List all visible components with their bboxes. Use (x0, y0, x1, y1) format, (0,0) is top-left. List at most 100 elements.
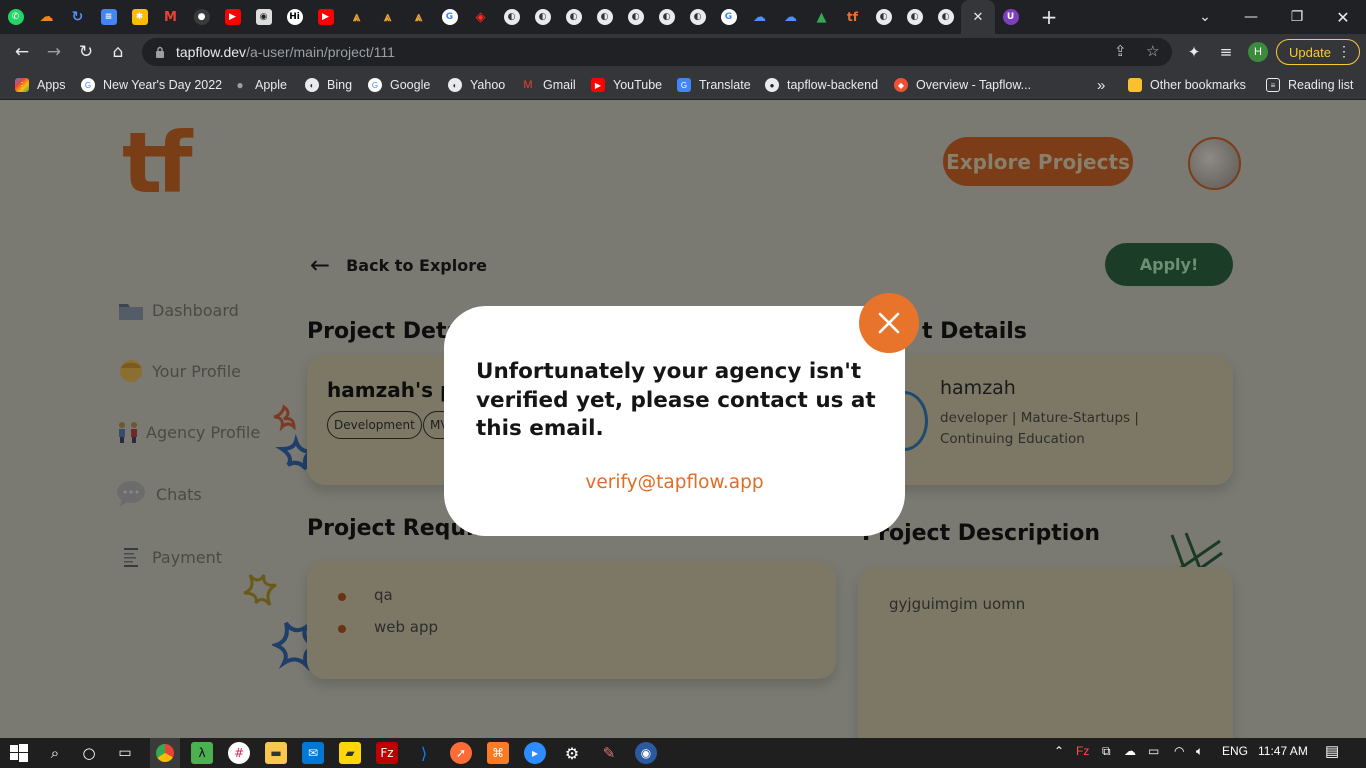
bookmark-overview-tapflow[interactable]: ◆ Overview - Tapflow... (894, 76, 1031, 94)
bookmark-reading-list[interactable]: ≡ Reading list (1266, 76, 1353, 94)
tab-tapflow[interactable]: tf (837, 0, 868, 34)
sidebar-item-agency-profile[interactable]: Agency Profile (114, 418, 260, 446)
sidebar-item-dashboard[interactable]: Dashboard (116, 296, 239, 324)
back-to-explore-link[interactable]: ← Back to Explore (310, 251, 487, 279)
tab-hi[interactable]: Hi (279, 0, 310, 34)
sidebar-item-payment[interactable]: Payment (116, 543, 222, 571)
tab-whatsapp[interactable]: ✆ (0, 0, 31, 34)
tab-globe-8[interactable]: ◐ (868, 0, 899, 34)
tab-refresh-app[interactable]: ↻ (62, 0, 93, 34)
tab-globe-2[interactable]: ◐ (527, 0, 558, 34)
volume-icon[interactable]: 🔈︎ (1196, 744, 1203, 759)
tab-globe-5[interactable]: ◐ (620, 0, 651, 34)
vscode-icon[interactable]: ⟩ (413, 742, 435, 764)
postman-icon[interactable]: ➚ (450, 742, 472, 764)
search-icon[interactable]: ⌕ (44, 742, 66, 764)
file-explorer-icon[interactable]: ▬ (265, 742, 287, 764)
tab-mountain-3[interactable]: ⩓ (403, 0, 434, 34)
xampp-icon[interactable]: ⌘ (487, 742, 509, 764)
modal-close-button[interactable] (859, 293, 919, 353)
update-button[interactable]: Update ⋮ (1276, 39, 1360, 65)
tab-youtube-2[interactable]: ▶ (310, 0, 341, 34)
lock-icon[interactable] (154, 46, 166, 58)
profile-avatar[interactable]: H (1248, 42, 1268, 62)
tab-mountain-1[interactable]: ⩓ (341, 0, 372, 34)
settings-icon[interactable]: ⚙ (561, 742, 583, 764)
clock[interactable]: 11:47 AM (1258, 744, 1308, 758)
tab-extension[interactable]: U (995, 0, 1026, 34)
close-tab-icon[interactable]: ✕ (973, 10, 984, 25)
bookmark-gmail[interactable]: M Gmail (521, 76, 575, 94)
user-avatar[interactable] (1188, 137, 1241, 190)
bookmark-google[interactable]: G Google (368, 76, 430, 94)
tab-google-1[interactable]: G (434, 0, 465, 34)
star-icon[interactable]: ☆ (1146, 42, 1159, 60)
filezilla-icon[interactable]: Fz (376, 742, 398, 764)
slack-icon[interactable]: # (228, 742, 250, 764)
tab-drive[interactable]: ▲ (806, 0, 837, 34)
app-circle-icon[interactable]: ◉ (635, 742, 657, 764)
bookmark-yahoo[interactable]: ◐ Yahoo (448, 76, 505, 94)
explore-projects-button[interactable]: Explore Projects (943, 137, 1133, 186)
address-bar[interactable]: tapflow.dev/a-user/main/project/111 ⇪ ☆ (142, 38, 1172, 66)
bookmark-other[interactable]: Other bookmarks (1128, 76, 1246, 94)
windows-start-icon[interactable] (8, 742, 30, 764)
paint-icon[interactable]: ✎ (598, 742, 620, 764)
apply-button[interactable]: Apply! (1105, 243, 1233, 286)
tab-globe-7[interactable]: ◐ (682, 0, 713, 34)
show-hidden-icons[interactable]: ⌃ (1054, 744, 1064, 758)
notifications-icon[interactable]: ▤ (1325, 742, 1339, 760)
meet-now-icon[interactable]: ⧉ (1102, 744, 1111, 759)
filezilla-tray-icon[interactable]: Fz (1076, 744, 1089, 758)
restore-icon[interactable]: ❐ (1274, 0, 1320, 34)
tab-google-2[interactable]: G (713, 0, 744, 34)
verify-email-link[interactable]: verify@tapflow.app (444, 472, 905, 493)
tab-active[interactable]: ✕ (961, 0, 995, 34)
tapflow-logo[interactable]: tf (122, 121, 193, 205)
minimize-icon[interactable]: — (1228, 0, 1274, 34)
bookmark-apple[interactable]: ● Apple (233, 76, 287, 94)
tab-youtube-1[interactable]: ▶ (217, 0, 248, 34)
task-view-icon[interactable]: ▭ (114, 742, 136, 764)
tab-mountain-2[interactable]: ⩓ (372, 0, 403, 34)
extensions-icon[interactable]: ✦ (1182, 41, 1206, 63)
tab-globe-9[interactable]: ◐ (899, 0, 930, 34)
battery-icon[interactable]: ▭ (1148, 744, 1159, 758)
tab-laravel[interactable]: ◈ (465, 0, 496, 34)
tab-cloud-2[interactable]: ☁ (775, 0, 806, 34)
bookmark-youtube[interactable]: ▶ YouTube (591, 76, 662, 94)
tab-github[interactable]: ● (186, 0, 217, 34)
tab-keep[interactable]: ✱ (124, 0, 155, 34)
tab-globe-3[interactable]: ◐ (558, 0, 589, 34)
window-close-icon[interactable]: ✕ (1320, 0, 1366, 34)
tab-globe-6[interactable]: ◐ (651, 0, 682, 34)
share-icon[interactable]: ⇪ (1114, 42, 1127, 60)
cortana-icon[interactable]: ○ (78, 742, 100, 764)
mail-icon[interactable]: ✉ (302, 742, 324, 764)
tab-globe-4[interactable]: ◐ (589, 0, 620, 34)
onedrive-icon[interactable]: ☁ (1124, 744, 1136, 758)
new-tab-button[interactable]: + (1032, 0, 1066, 34)
tab-globe-10[interactable]: ◐ (930, 0, 961, 34)
tab-app-1[interactable]: ◉ (248, 0, 279, 34)
bookmark-translate[interactable]: G Translate (677, 76, 751, 94)
tab-cloud-1[interactable]: ☁ (744, 0, 775, 34)
menu-icon[interactable]: ⋮ (1337, 43, 1351, 60)
tab-gmail[interactable]: M (155, 0, 186, 34)
wifi-icon[interactable]: ◠ (1174, 744, 1184, 758)
lambda-app-icon[interactable]: λ (191, 742, 213, 764)
bookmarks-overflow-button[interactable]: » (1097, 76, 1105, 94)
tab-cloudflare[interactable]: ☁ (31, 0, 62, 34)
bookmark-tapflow-backend[interactable]: ● tapflow-backend (765, 76, 878, 94)
sticky-notes-icon[interactable]: ▰ (339, 742, 361, 764)
bookmark-apps[interactable]: ⋮ Apps (15, 76, 66, 94)
sidebar-item-your-profile[interactable]: Your Profile (116, 357, 241, 385)
sidebar-item-chats[interactable]: Chats (116, 480, 202, 508)
zoom-icon[interactable]: ▸ (524, 742, 546, 764)
tab-globe-1[interactable]: ◐ (496, 0, 527, 34)
tab-docs[interactable]: ≡ (93, 0, 124, 34)
tab-search-icon[interactable]: ⌄ (1182, 0, 1228, 34)
home-icon[interactable]: ⌂ (105, 40, 131, 64)
bookmark-new-years-day[interactable]: G New Year's Day 2022 (81, 76, 222, 94)
forward-icon[interactable]: → (41, 40, 67, 64)
